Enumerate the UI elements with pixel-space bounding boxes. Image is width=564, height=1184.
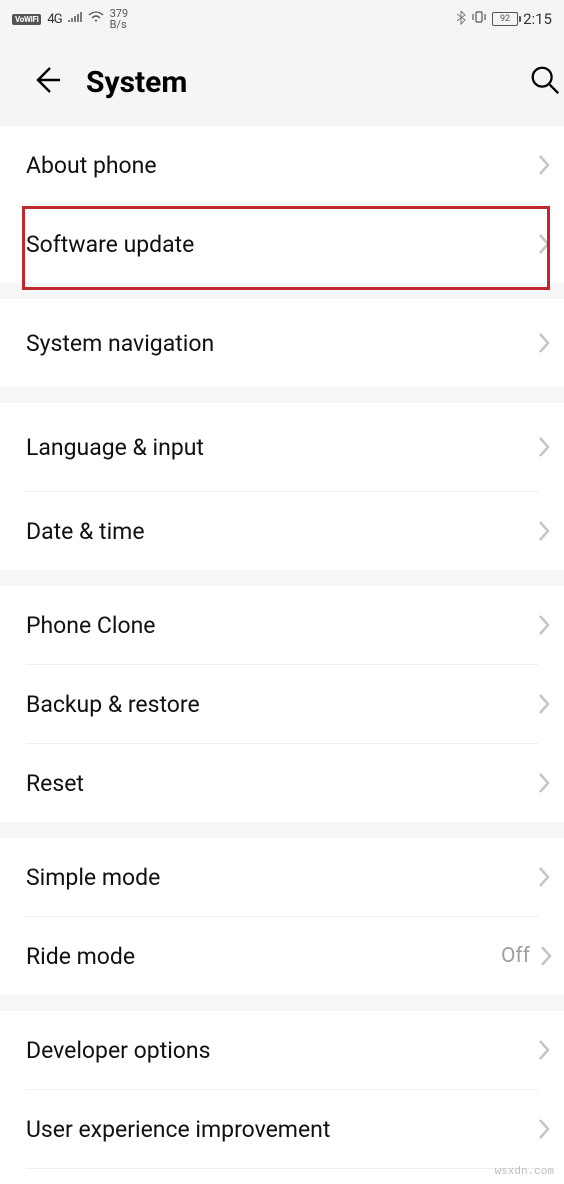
developer-options-label: Developer options xyxy=(26,1037,211,1064)
row-right: Off xyxy=(501,944,538,968)
about-phone-row[interactable]: About phone xyxy=(0,126,564,204)
clock: 2:15 xyxy=(523,10,552,28)
date-time-row[interactable]: Date & time xyxy=(0,492,564,570)
search-button[interactable] xyxy=(528,63,548,101)
vibrate-icon xyxy=(471,10,487,28)
chevron-right-icon xyxy=(538,332,550,354)
chevron-right-icon xyxy=(538,693,550,715)
chevron-right-icon xyxy=(538,772,550,794)
chevron-right-icon xyxy=(538,1039,550,1061)
developer-options-row[interactable]: Developer options xyxy=(0,1011,564,1089)
language-input-row[interactable]: Language & input xyxy=(0,403,564,491)
battery-icon: 92 xyxy=(492,12,518,26)
chevron-right-icon xyxy=(538,520,550,542)
software-update-row[interactable]: Software update xyxy=(0,205,564,283)
ride-mode-label: Ride mode xyxy=(26,943,135,970)
user-experience-improvement-row[interactable]: User experience improvement xyxy=(0,1090,564,1168)
vowifi-badge: VoWiFi xyxy=(12,14,41,25)
simple-mode-label: Simple mode xyxy=(26,864,160,891)
chevron-right-icon xyxy=(538,436,550,458)
chevron-right-icon xyxy=(538,1118,550,1140)
chevron-right-icon xyxy=(538,154,550,176)
backup-restore-label: Backup & restore xyxy=(26,691,200,718)
signal-icon xyxy=(68,11,82,27)
section: System navigation xyxy=(0,299,564,387)
reset-label: Reset xyxy=(26,770,84,797)
phone-clone-label: Phone Clone xyxy=(26,612,155,639)
chevron-right-icon xyxy=(540,945,552,967)
status-right: 92 2:15 xyxy=(456,10,552,29)
page-title: System xyxy=(86,65,506,100)
software-update-label: Software update xyxy=(26,231,194,258)
section: Developer options User experience improve… xyxy=(0,1011,564,1184)
search-icon xyxy=(528,63,562,97)
system-navigation-row[interactable]: System navigation xyxy=(0,299,564,387)
about-phone-label: About phone xyxy=(26,152,157,179)
section: Phone Clone Backup & restore Reset xyxy=(0,586,564,822)
settings-content: About phone Software update System navigat… xyxy=(0,126,564,1184)
ride-mode-value: Off xyxy=(501,944,530,968)
lte-label: 4G xyxy=(47,12,61,27)
certification-logos-row[interactable]: Certification logos xyxy=(0,1169,564,1184)
ride-mode-row[interactable]: Ride mode Off xyxy=(0,917,564,995)
backup-restore-row[interactable]: Backup & restore xyxy=(0,665,564,743)
simple-mode-row[interactable]: Simple mode xyxy=(0,838,564,916)
status-bar: VoWiFi 4G 379B/s 92 2:15 xyxy=(0,0,564,38)
back-arrow-icon xyxy=(28,62,64,98)
header: System xyxy=(0,38,564,126)
system-navigation-label: System navigation xyxy=(26,330,214,357)
data-rate: 379B/s xyxy=(110,8,129,30)
chevron-right-icon xyxy=(538,614,550,636)
phone-clone-row[interactable]: Phone Clone xyxy=(0,586,564,664)
chevron-right-icon xyxy=(538,233,550,255)
user-experience-improvement-label: User experience improvement xyxy=(26,1116,330,1143)
watermark: wsxdn.com xyxy=(495,1166,554,1178)
date-time-label: Date & time xyxy=(26,518,145,545)
section: Language & input Date & time xyxy=(0,403,564,570)
bluetooth-icon xyxy=(456,10,466,29)
chevron-right-icon xyxy=(538,866,550,888)
section: Simple mode Ride mode Off xyxy=(0,838,564,995)
status-left: VoWiFi 4G 379B/s xyxy=(12,8,128,30)
section: About phone Software update xyxy=(0,126,564,283)
reset-row[interactable]: Reset xyxy=(0,744,564,822)
back-button[interactable] xyxy=(28,62,64,102)
language-input-label: Language & input xyxy=(26,434,204,461)
wifi-icon xyxy=(88,11,104,27)
